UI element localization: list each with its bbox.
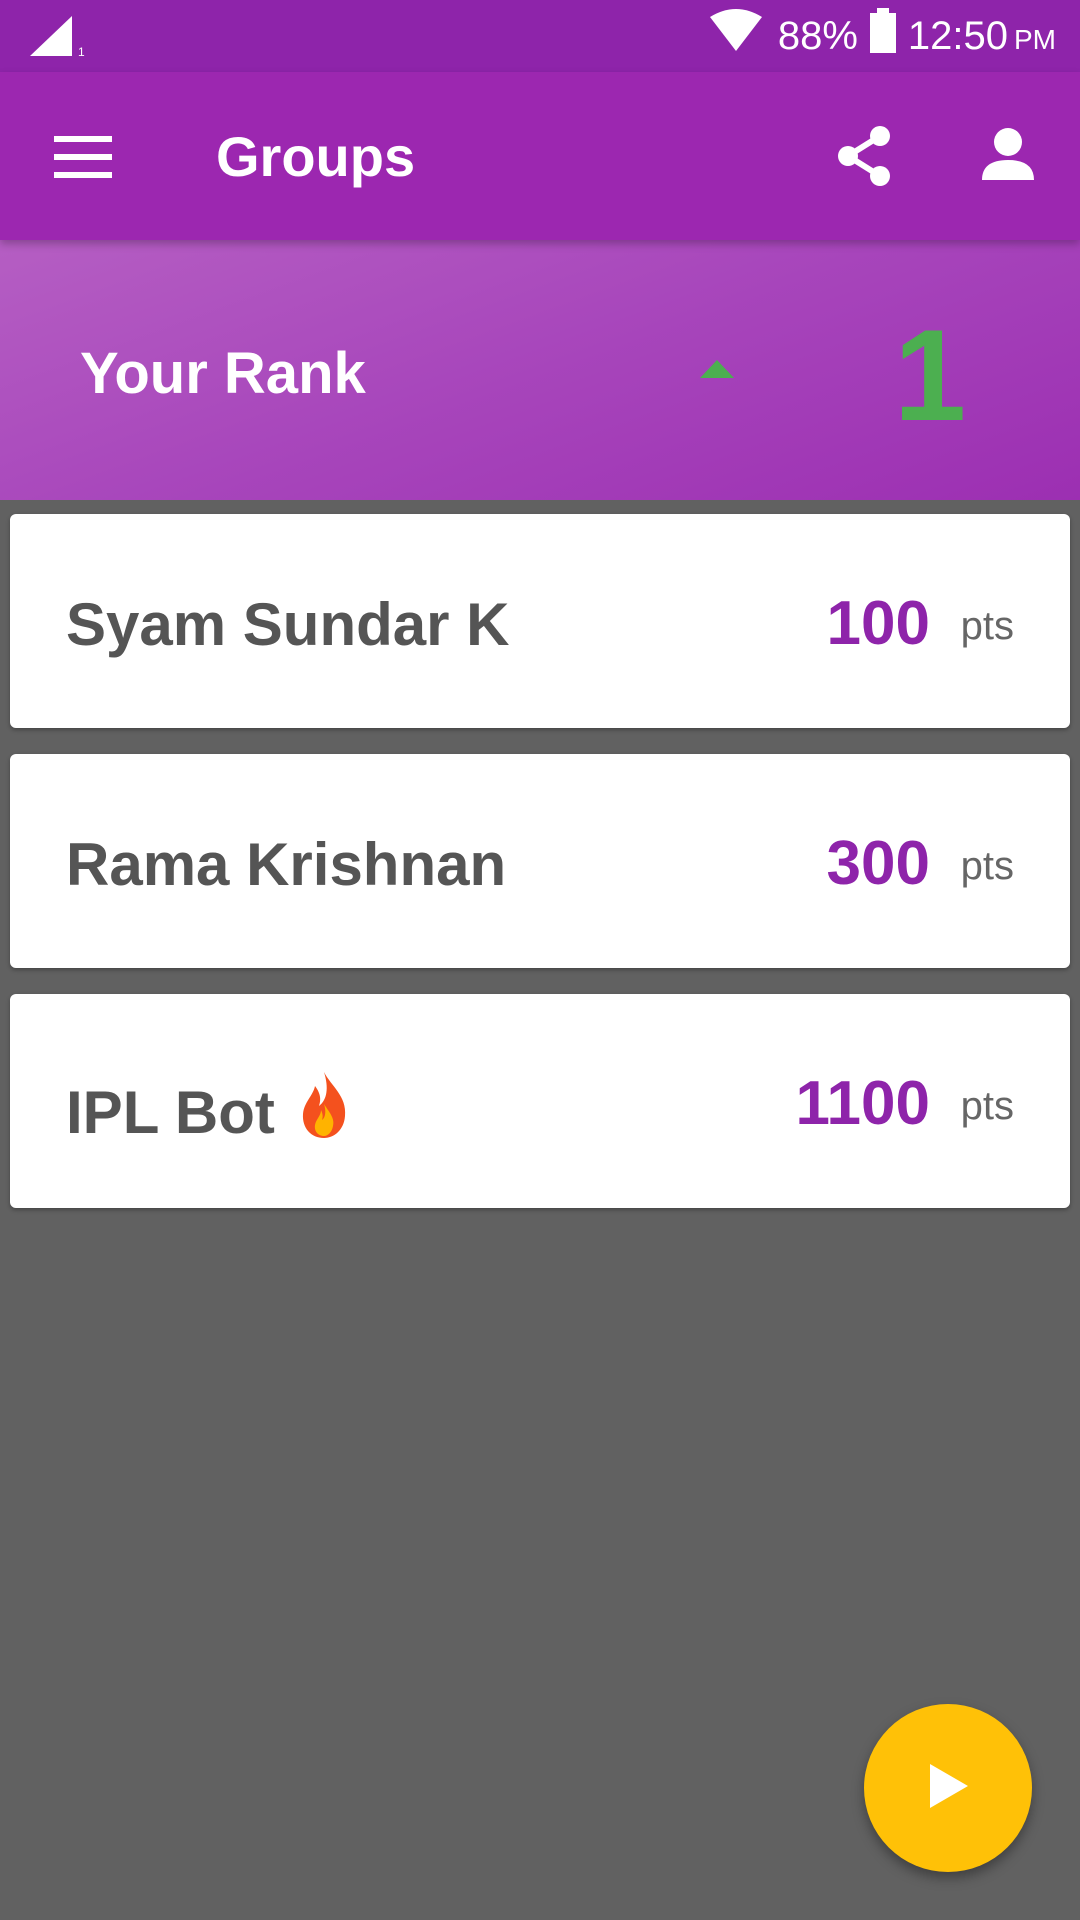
member-name-wrap: Syam Sundar K [66,590,509,659]
member-name: IPL Bot [66,1078,275,1146]
member-score-unit: pts [960,1084,1014,1128]
member-score: 300 [826,829,930,898]
list-item[interactable]: Syam Sundar K 100 pts [10,514,1070,728]
member-score: 100 [826,589,930,658]
member-name-wrap: Rama Krishnan [66,830,506,899]
arrow-up-icon [698,358,736,385]
menu-button[interactable] [40,124,128,188]
battery-icon [868,8,898,64]
rank-label: Your Rank [80,341,366,406]
list-item[interactable]: IPL Bot 1100 pts [10,994,1070,1208]
share-icon [828,126,900,196]
clock-ampm: PM [1014,23,1056,55]
page-title: Groups [216,125,416,188]
member-list: Syam Sundar K 100 pts Rama Krishnan 300 … [10,514,1070,1234]
member-name: Syam Sundar K [66,591,510,658]
list-item[interactable]: Rama Krishnan 300 pts [10,754,1070,968]
play-icon [924,1760,972,1817]
rank-banner: Your Rank 1 [0,240,1080,500]
account-button[interactable] [972,120,1044,192]
fire-icon [299,1070,349,1154]
svg-text:1: 1 [78,45,85,58]
member-score-unit: pts [960,604,1014,648]
member-score-unit: pts [960,844,1014,888]
hamburger-menu-icon [40,136,128,192]
account-icon [972,128,1044,196]
clock: 12:50 PM [908,14,1056,59]
play-fab-button[interactable] [864,1704,1032,1872]
cellular-signal-icon: 1 [28,14,88,63]
member-score: 1100 [795,1069,930,1138]
clock-time: 12:50 [907,13,1008,58]
member-name-wrap: IPL Bot [66,1070,349,1154]
share-button[interactable] [828,120,900,192]
app-bar: Groups [0,72,1080,240]
battery-percent: 88% [777,13,858,58]
status-bar: 1 88% 12:50 PM [0,0,1080,72]
wifi-icon [708,9,768,63]
rank-value: 1 [893,302,967,448]
member-name: Rama Krishnan [66,831,507,898]
